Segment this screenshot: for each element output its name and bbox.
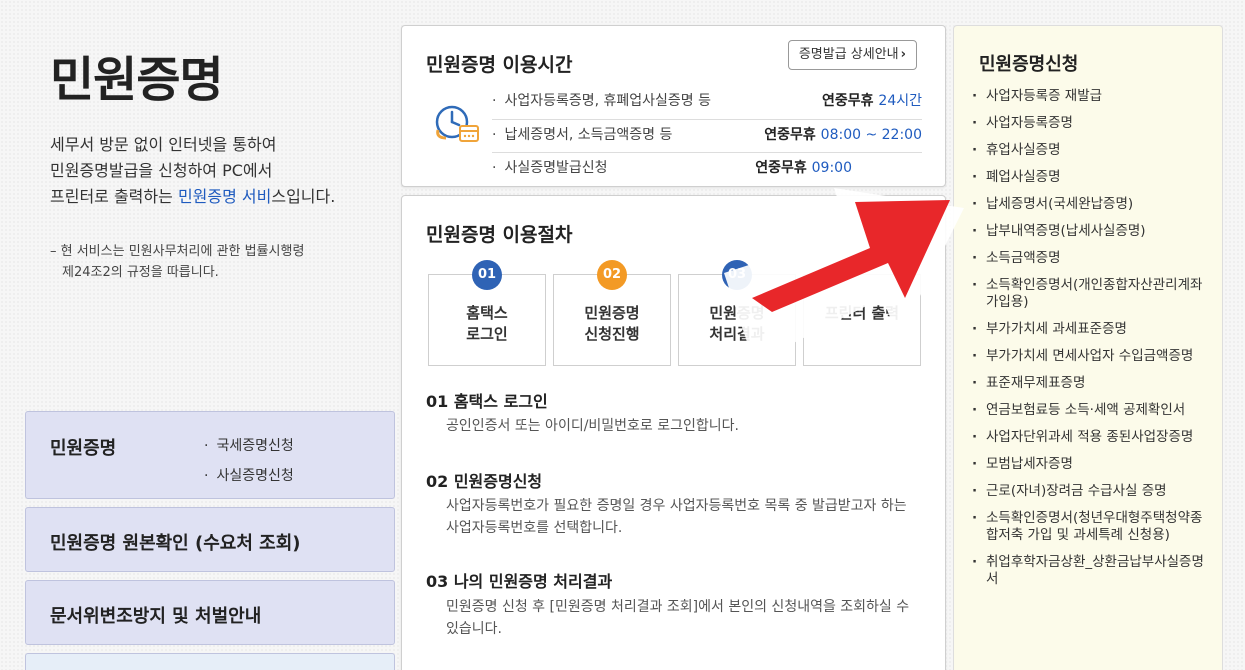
step-line-1: 민원증명	[709, 304, 765, 322]
menu-civil-certificate-sublinks: 국세증명신청 사실증명신청	[204, 431, 293, 491]
usage-hours-title: 민원증명 이용시간	[426, 54, 573, 76]
section-title-login: 01 홈택스 로그인	[426, 392, 548, 411]
menu-original-verify-title[interactable]: 민원증명 원본확인 (수요처 조회)	[50, 529, 301, 555]
note-line-2: 제24조2의 규정을 따릅니다.	[62, 265, 219, 280]
step-line-2: 처리결과	[709, 325, 765, 343]
apply-link[interactable]: 납세증명서(국세완납증명)	[972, 196, 1212, 213]
left-column: 민원증명 세무서 방문 없이 인터넷을 통하여 민원증명발급을 신청하여 PC에…	[0, 0, 400, 670]
step-line-2: 로그인	[466, 325, 508, 343]
menu-civil-certificate-title[interactable]: 민원증명	[50, 434, 116, 460]
menu-next-item[interactable]	[25, 653, 395, 670]
intro-highlight: 민원증명 서비	[177, 187, 272, 206]
certificate-apply-panel: 민원증명신청 사업자등록증 재발급 사업자등록증명 휴업사실증명 폐업사실증명 …	[953, 25, 1223, 670]
menu-original-verify[interactable]: 민원증명 원본확인 (수요처 조회)	[25, 507, 395, 572]
usage-hours-card: 민원증명 이용시간 증명발급 상세안내› 사업자등록증명, 휴폐업사실증명 등 …	[401, 25, 946, 187]
step-number-badge: 01	[472, 260, 502, 290]
detail-guide-button[interactable]: 증명발급 상세안내 ›	[787, 40, 917, 70]
menu-forgery-prevention-title[interactable]: 문서위변조방지 및 처벌안내	[50, 602, 261, 628]
apply-link[interactable]: 소득확인증명서(청년우대형주택청약종합저축 가입 및 과세특례 신청용)	[972, 510, 1212, 544]
apply-link[interactable]: 부가가치세 면세사업자 수입금액증명	[972, 348, 1212, 365]
note-line-1: – 현 서비스는 민원사무처리에 관한 법률시행령	[50, 244, 305, 259]
section-title-apply: 02 민원증명신청	[426, 472, 543, 491]
hours-row-prefix: 연중무휴	[764, 127, 821, 143]
intro-line-1: 세무서 방문 없이 인터넷을 통하여	[50, 135, 277, 154]
hours-row-label: 사업자등록증명, 휴폐업사실증명 등	[492, 86, 711, 117]
intro-line-2: 민원증명발급을 신청하여 PC에서	[50, 161, 273, 180]
certificate-apply-title: 민원증명신청	[979, 54, 1079, 75]
step-number-badge: 02	[597, 260, 627, 290]
legal-note: – 현 서비스는 민원사무처리에 관한 법률시행령 제24조2의 규정을 따릅니…	[50, 241, 370, 283]
hours-row-prefix: 연중무휴	[755, 160, 812, 176]
intro-line-3-pre: 프린터로 출력하는	[50, 187, 178, 206]
apply-link[interactable]: 사업자등록증명	[972, 115, 1212, 132]
menu-civil-certificate[interactable]: 민원증명 국세증명신청 사실증명신청	[25, 411, 395, 499]
apply-link[interactable]: 사업자단위과세 적용 종된사업장증명	[972, 429, 1212, 446]
apply-link[interactable]: 모범납세자증명	[972, 456, 1212, 473]
apply-link[interactable]: 취업후학자금상환_상환금납부사실증명서	[972, 554, 1212, 588]
apply-link[interactable]: 납부내역증명(납세사실증명)	[972, 223, 1212, 240]
step-number-badge: 03	[722, 260, 752, 290]
intro-line-3: 프린터로 출력하는 민원증명 서비스입니다.	[50, 184, 390, 210]
section-body-apply: 사업자등록번호가 필요한 증명일 경우 사업자등록번호 목록 중 발급받고자 하…	[446, 498, 907, 536]
intro-line-3-post: 스입니다.	[271, 187, 336, 206]
hours-row-value: 연중무휴 09:00	[755, 153, 852, 184]
apply-link[interactable]: 소득금액증명	[972, 250, 1212, 267]
usage-procedure-card: 민원증명 이용절차 홈택스 로그인 민원증명 신청진행 민원증명 처리결과 프린…	[401, 195, 946, 670]
hours-row: 사실증명발급신청 연중무휴 09:00	[492, 152, 922, 183]
step-box-print: 프린터 출력	[803, 274, 921, 366]
hours-row-prefix: 연중무휴	[822, 93, 879, 109]
apply-link[interactable]: 소득확인증명서(개인종합자산관리계좌 가입용)	[972, 277, 1212, 311]
step-line-2: 신청진행	[584, 325, 640, 343]
detail-guide-label: 증명발급 상세안내	[798, 47, 899, 62]
hours-row-value: 연중무휴 08:00 ~ 22:00	[764, 120, 922, 151]
apply-link[interactable]: 근로(자녀)장려금 수급사실 증명	[972, 483, 1212, 500]
apply-link[interactable]: 폐업사실증명	[972, 169, 1212, 186]
sublink-fact-cert[interactable]: 사실증명신청	[204, 461, 293, 491]
apply-link[interactable]: 표준재무제표증명	[972, 375, 1212, 392]
hours-row-time: 24시간	[878, 93, 922, 109]
apply-link[interactable]: 사업자등록증 재발급	[972, 88, 1212, 105]
chevron-right-icon: ›	[900, 47, 906, 62]
step-line-1: 홈택스	[466, 304, 508, 322]
step-line-2: 프린터 출력	[824, 304, 900, 322]
hours-row-label: 사실증명발급신청	[492, 153, 607, 184]
apply-link[interactable]: 연금보험료등 소득·세액 공제확인서	[972, 402, 1212, 419]
certificate-apply-list: 사업자등록증 재발급 사업자등록증명 휴업사실증명 폐업사실증명 납세증명서(국…	[972, 88, 1212, 598]
step-line-1: 민원증명	[584, 304, 640, 322]
hours-row: 납세증명서, 소득금액증명 등 연중무휴 08:00 ~ 22:00	[492, 119, 922, 150]
apply-link[interactable]: 휴업사실증명	[972, 142, 1212, 159]
hours-row-label: 납세증명서, 소득금액증명 등	[492, 120, 672, 151]
section-body-result: 민원증명 신청 후 [민원증명 처리결과 조회]에서 본인의 신청내역을 조회하…	[446, 599, 910, 637]
hours-row-time: 09:00	[811, 160, 852, 176]
hours-row: 사업자등록증명, 휴폐업사실증명 등 연중무휴 24시간	[492, 86, 922, 117]
menu-forgery-prevention[interactable]: 문서위변조방지 및 처벌안내	[25, 580, 395, 645]
apply-link[interactable]: 부가가치세 과세표준증명	[972, 321, 1212, 338]
page-title: 민원증명	[50, 52, 224, 108]
clock-calendar-icon	[435, 105, 479, 142]
hours-row-value: 연중무휴 24시간	[822, 86, 922, 117]
section-body-login: 공인인증서 또는 아이디/비밀번호로 로그인합니다.	[446, 418, 739, 434]
sublink-national-tax-cert[interactable]: 국세증명신청	[204, 431, 293, 461]
usage-procedure-title: 민원증명 이용절차	[426, 224, 573, 246]
hours-row-time: 08:00 ~ 22:00	[820, 127, 922, 143]
intro-text: 세무서 방문 없이 인터넷을 통하여 민원증명발급을 신청하여 PC에서 프린터…	[50, 132, 390, 210]
section-title-result: 03 나의 민원증명 처리결과	[426, 572, 613, 591]
